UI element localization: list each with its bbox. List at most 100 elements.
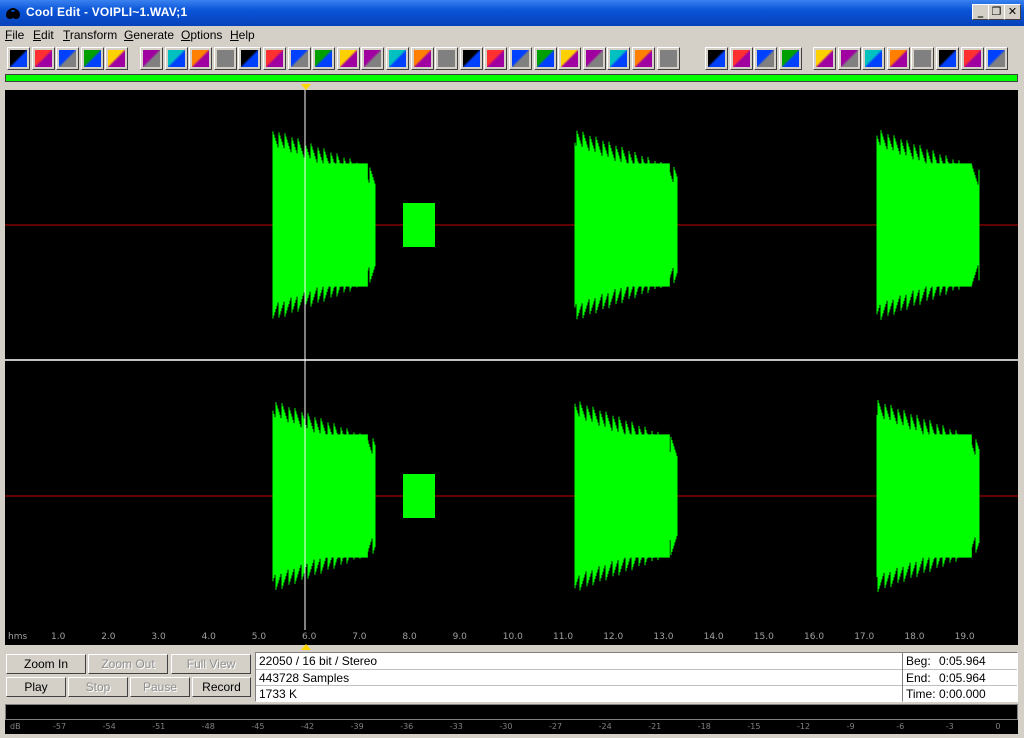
meter-tick: -27 — [549, 722, 563, 731]
pause-button[interactable]: Pause — [130, 677, 190, 697]
overview-strip[interactable] — [5, 74, 1018, 82]
toolbar-globe-button[interactable] — [985, 47, 1009, 70]
toolbar-notes-button[interactable] — [936, 47, 959, 70]
toolbar-open-folder-button[interactable] — [31, 47, 55, 70]
close-button[interactable]: ✕ — [1004, 4, 1021, 20]
toolbar-spectrum-b-button[interactable] — [558, 47, 582, 70]
menu-edit[interactable]: Edit — [33, 28, 54, 42]
begin-value: 0:05.964 — [939, 654, 986, 668]
toolbar-loop-button[interactable] — [813, 47, 836, 70]
zoom-out-button[interactable]: Zoom Out — [88, 654, 168, 674]
waveform-canvas[interactable] — [5, 90, 1018, 630]
toolbar-grid-button[interactable] — [862, 47, 886, 70]
loop-icon — [816, 50, 833, 67]
ruler-tick: 14.0 — [703, 632, 724, 642]
time-ruler[interactable]: hms 1.0 2.0 3.0 4.0 5.0 6.0 7.0 8.0 9.0 10.0 11.0 1… — [5, 630, 1018, 645]
toolbar-triangle-button[interactable] — [435, 47, 459, 70]
audio-burst-body — [880, 434, 972, 558]
toolbar-dark-d-button[interactable] — [778, 47, 802, 70]
window-title: Cool Edit - VOIPLI~1.WAV;1 — [26, 5, 188, 19]
toolbar-tiles-button[interactable] — [361, 47, 385, 70]
ruler-tick: 19.0 — [954, 632, 975, 642]
play-button[interactable]: Play — [6, 677, 66, 697]
toolbar-dark-c-button[interactable] — [754, 47, 778, 70]
equalizer-icon — [536, 50, 554, 67]
menu-options[interactable]: Options — [181, 28, 222, 42]
cursor-bottom-marker[interactable] — [301, 644, 311, 650]
tone-burst — [403, 474, 435, 518]
waveform-display[interactable] — [5, 90, 1018, 630]
toolbar-wave-button[interactable] — [459, 47, 483, 70]
ruler-tick: 18.0 — [904, 632, 925, 642]
toolbar-cursor-i-button[interactable] — [911, 47, 935, 70]
toolbar-echo-button[interactable] — [386, 47, 409, 70]
record-button[interactable]: Record — [192, 677, 251, 697]
waveform-b-icon — [108, 50, 126, 67]
meter-tick: -24 — [598, 722, 612, 731]
toolbar-reverse-button[interactable] — [213, 47, 237, 70]
menu-transform[interactable]: Transform — [63, 28, 117, 42]
toolbar-open-file-button[interactable] — [7, 47, 30, 70]
toolbar-rays-button[interactable] — [632, 47, 655, 70]
paste-icon — [143, 50, 160, 67]
toolbar-filter-button[interactable] — [410, 47, 434, 70]
stamp-icon — [315, 50, 333, 67]
toolbar-save-button[interactable] — [56, 47, 80, 70]
toolbar-stop-bar-button[interactable] — [189, 47, 213, 70]
toolbar-magnifier-button[interactable] — [886, 47, 910, 70]
magnifier-icon — [889, 50, 907, 67]
stop-button[interactable]: Stop — [68, 677, 128, 697]
grid-arrows-icon — [290, 50, 308, 67]
toolbar-rewind-button[interactable] — [164, 47, 188, 70]
toolbar-dark-b-button[interactable] — [729, 47, 753, 70]
cursor-i-icon — [914, 50, 932, 67]
toolbar-timer-button[interactable] — [336, 47, 360, 70]
menu-help[interactable]: Help — [230, 28, 255, 42]
toolbar-equalizer-button[interactable] — [533, 47, 557, 70]
spectrum-b-icon — [561, 50, 579, 67]
toolbar-paste-button[interactable] — [140, 47, 163, 70]
meter-tick: -30 — [499, 722, 513, 731]
toolbar-dots-button[interactable] — [582, 47, 606, 70]
toolbar-stripes-button[interactable] — [837, 47, 861, 70]
restore-button[interactable]: ❐ — [988, 4, 1005, 20]
dots-icon — [585, 50, 603, 67]
toolbar-pattern-button[interactable] — [607, 47, 631, 70]
toolbar-grid-arrows-button[interactable] — [287, 47, 311, 70]
toolbar-circle-button[interactable] — [263, 47, 286, 70]
zoom-in-button[interactable]: Zoom In — [6, 654, 86, 674]
file-info-panel: 22050 / 16 bit / Stereo 443728 Samples 1… — [255, 652, 903, 702]
globe-icon — [988, 50, 1006, 67]
reverse-icon — [216, 50, 234, 67]
toolbar-dark-a-button[interactable] — [705, 47, 728, 70]
full-view-button[interactable]: Full View — [171, 654, 251, 674]
flanger-icon — [659, 50, 677, 67]
rewind-icon — [167, 50, 185, 67]
stripes-icon — [840, 50, 858, 67]
begin-label: Beg: — [906, 654, 931, 668]
minimize-button[interactable]: _ — [972, 4, 989, 20]
toolbar-spectrum-a-button[interactable] — [509, 47, 532, 70]
open-file-icon — [10, 50, 27, 67]
ruler-tick: 8.0 — [402, 632, 417, 642]
toolbar-noise-button[interactable] — [484, 47, 508, 70]
filter-icon — [413, 50, 431, 67]
menu-file[interactable]: File — [5, 28, 24, 42]
stop-bar-icon — [192, 50, 210, 67]
end-label: End: — [906, 671, 931, 685]
selection-info-panel: Beg: 0:05.964 End: 0:05.964 Time: 0:00.0… — [902, 652, 1018, 702]
toolbar-help-button[interactable] — [960, 47, 984, 70]
toolbar-note-button[interactable] — [238, 47, 262, 70]
toolbar-waveform-b-button[interactable] — [105, 47, 129, 70]
ruler-tick: 10.0 — [502, 632, 523, 642]
toolbar-stamp-button[interactable] — [312, 47, 336, 70]
waveform-a-icon — [83, 50, 101, 67]
ruler-tick: 2.0 — [101, 632, 116, 642]
noise-icon — [487, 50, 505, 67]
menu-generate[interactable]: Generate — [124, 28, 174, 42]
tone-burst — [403, 203, 435, 247]
samples-text: 443728 Samples — [259, 671, 350, 685]
menu-bar: File Edit Transform Generate Options Hel… — [0, 26, 1024, 44]
toolbar-flanger-button[interactable] — [656, 47, 680, 70]
toolbar-waveform-a-button[interactable] — [80, 47, 104, 70]
